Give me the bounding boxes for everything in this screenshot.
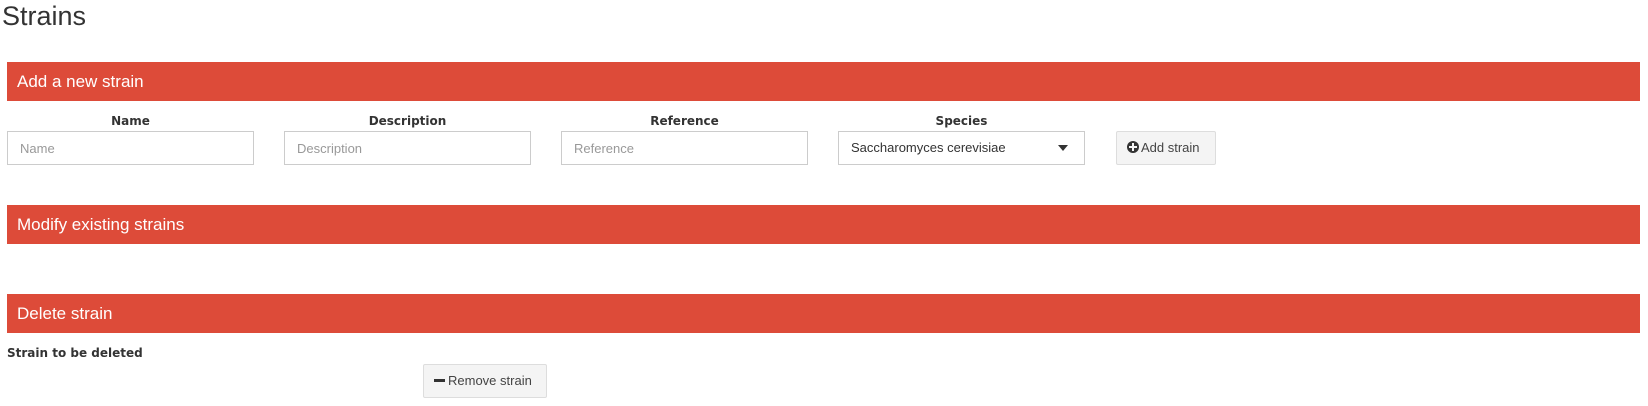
add-strain-button[interactable]: Add strain	[1116, 131, 1216, 165]
caret-down-icon	[1058, 145, 1068, 151]
description-label: Description	[368, 114, 447, 128]
add-strain-header: Add a new strain	[7, 62, 1640, 101]
modify-strains-header: Modify existing strains	[7, 205, 1640, 244]
plus-circle-icon	[1127, 141, 1139, 153]
description-input[interactable]	[284, 131, 531, 165]
remove-strain-button[interactable]: Remove strain	[423, 364, 547, 398]
name-label: Name	[111, 114, 150, 128]
reference-input[interactable]	[561, 131, 808, 165]
minus-icon	[434, 379, 445, 382]
add-strain-button-label: Add strain	[1141, 140, 1200, 155]
species-selected-value: Saccharomyces cerevisiae	[851, 140, 1006, 155]
reference-label: Reference	[650, 114, 719, 128]
remove-strain-button-label: Remove strain	[448, 373, 532, 388]
species-label: Species	[935, 114, 988, 128]
species-select[interactable]: Saccharomyces cerevisiae	[838, 131, 1085, 165]
delete-strain-header: Delete strain	[7, 294, 1640, 333]
page-title: Strains	[2, 1, 87, 31]
strain-to-delete-label: Strain to be deleted	[7, 346, 143, 360]
name-input[interactable]	[7, 131, 254, 165]
